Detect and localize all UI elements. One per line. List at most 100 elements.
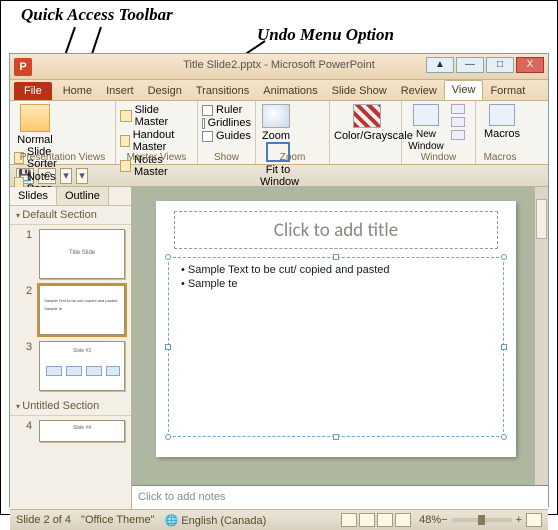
slide-editor[interactable]: Click to add title Sample Text to be cut… [132, 187, 548, 509]
guides-label: Guides [216, 130, 251, 142]
undo-annotation-label: Undo Menu Option [257, 25, 394, 45]
tab-design[interactable]: Design [141, 82, 189, 100]
slide-number: 1 [26, 229, 36, 241]
qat-annotation-label: Quick Access Toolbar [21, 5, 173, 25]
close-button[interactable]: X [516, 57, 544, 73]
zoom-label: Zoom [262, 130, 290, 142]
group-label: Show [198, 152, 255, 163]
title-placeholder[interactable]: Click to add title [174, 211, 498, 249]
tab-insert[interactable]: Insert [99, 82, 141, 100]
zoom-slider[interactable] [452, 518, 512, 522]
content-text[interactable]: Sample Text to be cut/ copied and pasted… [181, 264, 495, 292]
thumb-line: Sample Text to be cut/ copied and pasted [44, 298, 117, 303]
slide-thumbnail-1[interactable]: 1 Title Slide [26, 229, 127, 279]
status-language[interactable]: 🌐 English (Canada) [164, 514, 266, 527]
slides-pane: Slides Outline Default Section 1 Title S… [10, 187, 132, 509]
slide-canvas[interactable]: Click to add title Sample Text to be cut… [156, 201, 516, 457]
ruler-checkbox[interactable]: Ruler [202, 104, 251, 116]
group-label: Macros [476, 152, 524, 163]
minimize-button[interactable]: — [456, 57, 484, 73]
color-grayscale-button[interactable]: Color/Grayscale [334, 104, 400, 142]
window-arrange-buttons[interactable] [451, 104, 465, 143]
zoom-button[interactable]: Zoom [260, 104, 292, 142]
tab-outline[interactable]: Outline [57, 187, 109, 205]
tab-slideshow[interactable]: Slide Show [325, 82, 394, 100]
thumb-title: Slide #4 [40, 425, 124, 431]
left-pane-tabs: Slides Outline [10, 187, 131, 206]
workspace: Slides Outline Default Section 1 Title S… [10, 187, 548, 509]
group-label: Master Views [116, 152, 197, 163]
group-color-grayscale: Color/Grayscale [330, 101, 402, 164]
editor-scrollbar[interactable] [534, 187, 548, 485]
qat-customize-button[interactable]: ▾ [76, 168, 88, 184]
fit-to-window-button[interactable]: Fit to Window [260, 142, 296, 188]
thumb-title: Slide #3 [40, 348, 124, 354]
group-label: Window [402, 152, 475, 163]
slide-thumbnail-4[interactable]: 4 Slide #4 [26, 420, 127, 442]
slide-master-button[interactable]: Slide Master [120, 104, 193, 128]
macros-button[interactable]: Macros [480, 104, 524, 140]
normal-view-icon[interactable] [341, 513, 357, 527]
bullet-line-2: Sample te [181, 278, 495, 290]
titlebar: P Title Slide2.pptx - Microsoft PowerPoi… [10, 54, 548, 80]
slide-number: 3 [26, 341, 36, 353]
tab-home[interactable]: Home [56, 82, 99, 100]
slideshow-view-icon[interactable] [395, 513, 411, 527]
zoom-percent[interactable]: 48% [419, 514, 441, 526]
zoom-out-button[interactable]: − [441, 514, 447, 526]
maximize-button[interactable]: □ [486, 57, 514, 73]
section-header-default[interactable]: Default Section [10, 206, 131, 225]
tab-animations[interactable]: Animations [256, 82, 324, 100]
slide-thumbnail-2[interactable]: 2 Sample Text to be cut/ copied and past… [26, 285, 127, 335]
window-controls: ▲ — □ X [424, 57, 544, 73]
ribbon-tabs: File Home Insert Design Transitions Anim… [10, 80, 548, 101]
fit-label: Fit to Window [260, 164, 299, 188]
slide-thumbnail-3[interactable]: 3 Slide #3 [26, 341, 127, 391]
sorter-view-icon[interactable] [359, 513, 375, 527]
handout-master-label: Handout Master [133, 129, 193, 153]
tab-transitions[interactable]: Transitions [189, 82, 256, 100]
notes-pane[interactable]: Click to add notes [132, 485, 548, 509]
ruler-label: Ruler [216, 104, 242, 116]
bullet-line-1: Sample Text to be cut/ copied and pasted [181, 264, 495, 276]
thumb-title: Title Slide [40, 250, 124, 256]
statusbar: Slide 2 of 4 "Office Theme" 🌐 English (C… [10, 509, 548, 530]
group-zoom: Zoom Fit to Window Zoom [256, 101, 330, 164]
status-slide-info: Slide 2 of 4 [16, 514, 71, 526]
slide-number: 2 [26, 285, 36, 297]
group-presentation-views: Normal Slide Sorter Notes Page Reading V… [10, 101, 116, 164]
zoom-control: 48% − + [419, 513, 542, 527]
zoom-in-button[interactable]: + [516, 514, 522, 526]
thumb-line: Sample te [44, 306, 62, 311]
section-header-untitled[interactable]: Untitled Section [10, 397, 131, 416]
handout-master-button[interactable]: Handout Master [120, 129, 193, 153]
slide-number: 4 [26, 420, 36, 432]
macros-label: Macros [484, 128, 520, 140]
normal-view-button[interactable]: Normal [14, 104, 56, 146]
slide-master-label: Slide Master [135, 104, 193, 128]
gridlines-checkbox[interactable]: Gridlines [202, 117, 251, 129]
fit-slide-button[interactable] [526, 513, 542, 527]
group-show: Ruler Gridlines Guides Show [198, 101, 256, 164]
status-theme: "Office Theme" [81, 514, 154, 526]
tab-review[interactable]: Review [394, 82, 444, 100]
app-window: P Title Slide2.pptx - Microsoft PowerPoi… [9, 53, 549, 507]
new-window-button[interactable]: New Window [406, 104, 446, 152]
tab-view[interactable]: View [444, 80, 484, 100]
ribbon: Normal Slide Sorter Notes Page Reading V… [10, 101, 548, 165]
ribbon-minimize-button[interactable]: ▲ [426, 57, 454, 73]
tab-slides[interactable]: Slides [10, 187, 57, 205]
group-window: New Window Window [402, 101, 476, 164]
guides-checkbox[interactable]: Guides [202, 130, 251, 142]
status-language-text: English (Canada) [181, 515, 266, 527]
group-label: Zoom [256, 152, 329, 163]
normal-label: Normal [17, 134, 52, 146]
reading-view-icon[interactable] [377, 513, 393, 527]
tab-format[interactable]: Format [483, 82, 532, 100]
group-label: Presentation Views [10, 152, 115, 163]
group-master-views: Slide Master Handout Master Notes Master… [116, 101, 198, 164]
content-placeholder[interactable]: Sample Text to be cut/ copied and pasted… [168, 257, 504, 437]
new-window-label: New Window [408, 129, 444, 152]
tab-file[interactable]: File [14, 82, 52, 100]
gridlines-label: Gridlines [208, 117, 251, 129]
